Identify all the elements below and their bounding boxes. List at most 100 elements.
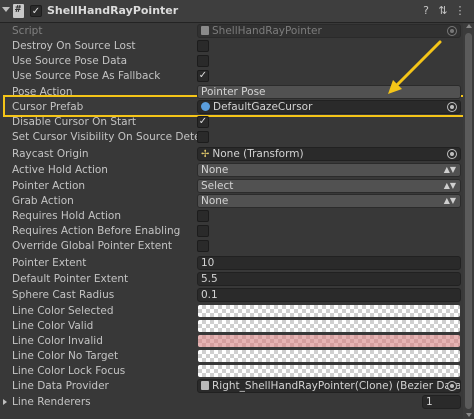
label-destroy-on-source-lost: Destroy On Source Lost [12,40,136,52]
object-picker-icon[interactable] [447,381,457,391]
label-line-color-selected: Line Color Selected [12,305,114,317]
pose-action-dropdown[interactable]: Pointer Pose [197,85,461,99]
label-requires-action-before-enabling: Requires Action Before Enabling [12,225,181,237]
grab-action-dropdown[interactable]: None ▲▼ [197,194,461,208]
label-raycast-origin: Raycast Origin [12,148,89,160]
row-line-color-invalid: Line Color Invalid [0,334,462,349]
row-pose-action: Pose Action Pointer Pose [0,85,462,100]
line-color-lock-focus-swatch[interactable] [198,365,460,377]
line-renderers-size-value: 1 [426,396,433,408]
label-use-source-pose-fallback: Use Source Pose As Fallback [12,70,161,82]
label-line-color-valid: Line Color Valid [12,320,94,332]
default-pointer-extent-input[interactable]: 5.5 [197,272,461,286]
default-pointer-extent-value: 5.5 [201,273,218,285]
object-picker-icon[interactable] [447,102,457,112]
component-title: ShellHandRayPointer [47,4,179,17]
label-use-source-pose-data: Use Source Pose Data [12,55,128,67]
cursor-prefab-value: DefaultGazeCursor [213,101,313,113]
label-line-color-invalid: Line Color Invalid [12,335,103,347]
pointer-action-dropdown[interactable]: Select ▲▼ [197,179,461,193]
line-renderers-size-input[interactable]: 1 [422,395,461,409]
line-color-selected-swatch[interactable] [198,305,460,317]
label-cursor-prefab: Cursor Prefab [12,101,84,113]
dropdown-arrow-icon: ▲▼ [443,196,456,205]
scroll-up-icon[interactable] [466,24,472,28]
label-pointer-extent: Pointer Extent [12,257,87,269]
label-line-color-lock-focus: Line Color Lock Focus [12,365,126,377]
component-enabled-checkbox[interactable]: ✓ [30,5,42,17]
foldout-arrow-icon[interactable] [3,399,7,405]
row-destroy-on-source-lost: Destroy On Source Lost [0,39,462,54]
requires-action-before-enabling-checkbox[interactable] [197,225,209,237]
pointer-action-value: Select [201,180,234,192]
grab-action-value: None [201,195,229,207]
row-disable-cursor-on-start: Disable Cursor On Start ✓ [0,115,462,130]
object-picker-icon[interactable] [447,149,457,159]
active-hold-action-value: None [201,164,229,176]
help-icon[interactable]: ? [419,3,433,19]
cursor-prefab-field[interactable]: DefaultGazeCursor [197,100,461,114]
active-hold-action-dropdown[interactable]: None ▲▼ [197,163,461,177]
label-sphere-cast-radius: Sphere Cast Radius [12,289,115,301]
prefab-icon [201,102,210,111]
pointer-extent-input[interactable]: 10 [197,256,461,270]
row-line-renderers: Line Renderers 1 [0,395,462,410]
context-menu-icon[interactable]: ⋮ [453,3,467,19]
label-active-hold-action: Active Hold Action [12,164,108,176]
script-field-value: ShellHandRayPointer [212,25,322,37]
row-requires-action-before-enabling: Requires Action Before Enabling [0,224,462,239]
row-cursor-prefab: Cursor Prefab DefaultGazeCursor [0,100,462,115]
set-cursor-visibility-checkbox[interactable] [197,131,209,143]
row-default-pointer-extent: Default Pointer Extent 5.5 [0,272,462,287]
label-line-color-no-target: Line Color No Target [12,350,119,362]
line-data-provider-value: Right_ShellHandRayPointer(Clone) (Bezier… [212,380,461,392]
label-line-renderers[interactable]: Line Renderers [12,396,198,408]
row-active-hold-action: Active Hold Action None ▲▼ [0,163,462,178]
row-use-source-pose-data: Use Source Pose Data [0,54,462,69]
pose-action-value: Pointer Pose [201,86,266,98]
scrollbar-thumb[interactable] [465,33,472,409]
label-requires-hold-action: Requires Hold Action [12,210,121,222]
requires-hold-action-checkbox[interactable] [197,210,209,222]
scroll-down-icon[interactable] [466,413,472,417]
label-script: Script [12,25,43,37]
pointer-extent-value: 10 [201,257,215,269]
foldout-arrow-icon[interactable] [2,7,10,12]
label-override-global-pointer-extent: Override Global Pointer Extent [12,240,172,252]
label-pose-action: Pose Action [12,86,73,98]
row-line-color-lock-focus: Line Color Lock Focus [0,364,462,379]
use-source-pose-data-checkbox[interactable] [197,55,209,67]
row-pointer-action: Pointer Action Select ▲▼ [0,179,462,194]
component-header: ✓ ShellHandRayPointer ? ⇅ ⋮ [0,0,474,23]
preset-icon[interactable]: ⇅ [436,3,450,19]
label-grab-action: Grab Action [12,195,74,207]
label-set-cursor-visibility: Set Cursor Visibility On Source Detected [12,131,202,143]
inspector-scrollbar[interactable] [463,23,474,419]
label-default-pointer-extent: Default Pointer Extent [12,273,129,285]
row-sphere-cast-radius: Sphere Cast Radius 0.1 [0,288,462,303]
row-line-color-no-target: Line Color No Target [0,349,462,364]
transform-icon: ✢ [201,149,210,160]
line-color-valid-swatch[interactable] [198,320,460,332]
object-picker-icon [447,26,457,36]
override-global-pointer-extent-checkbox[interactable] [197,240,209,252]
row-override-global-pointer-extent: Override Global Pointer Extent [0,239,462,254]
row-use-source-pose-fallback: Use Source Pose As Fallback ✓ [0,69,462,84]
use-source-pose-fallback-checkbox[interactable]: ✓ [197,70,209,82]
row-raycast-origin: Raycast Origin ✢ None (Transform) [0,147,462,162]
disable-cursor-on-start-checkbox[interactable]: ✓ [197,116,209,128]
dropdown-arrow-icon: ▲▼ [443,165,456,174]
raycast-origin-field[interactable]: ✢ None (Transform) [197,147,461,161]
bezier-script-icon [201,381,209,390]
destroy-on-source-lost-checkbox[interactable] [197,40,209,52]
line-data-provider-field[interactable]: Right_ShellHandRayPointer(Clone) (Bezier… [197,379,461,393]
dropdown-arrow-icon: ▲▼ [443,181,456,190]
line-color-invalid-swatch[interactable] [198,335,460,347]
label-line-data-provider: Line Data Provider [12,380,109,392]
line-color-no-target-swatch[interactable] [198,350,460,362]
row-requires-hold-action: Requires Hold Action [0,209,462,224]
label-disable-cursor-on-start: Disable Cursor On Start [12,116,137,128]
row-set-cursor-visibility: Set Cursor Visibility On Source Detected [0,130,462,145]
row-script: Script ShellHandRayPointer [0,24,462,39]
sphere-cast-radius-input[interactable]: 0.1 [197,288,461,302]
